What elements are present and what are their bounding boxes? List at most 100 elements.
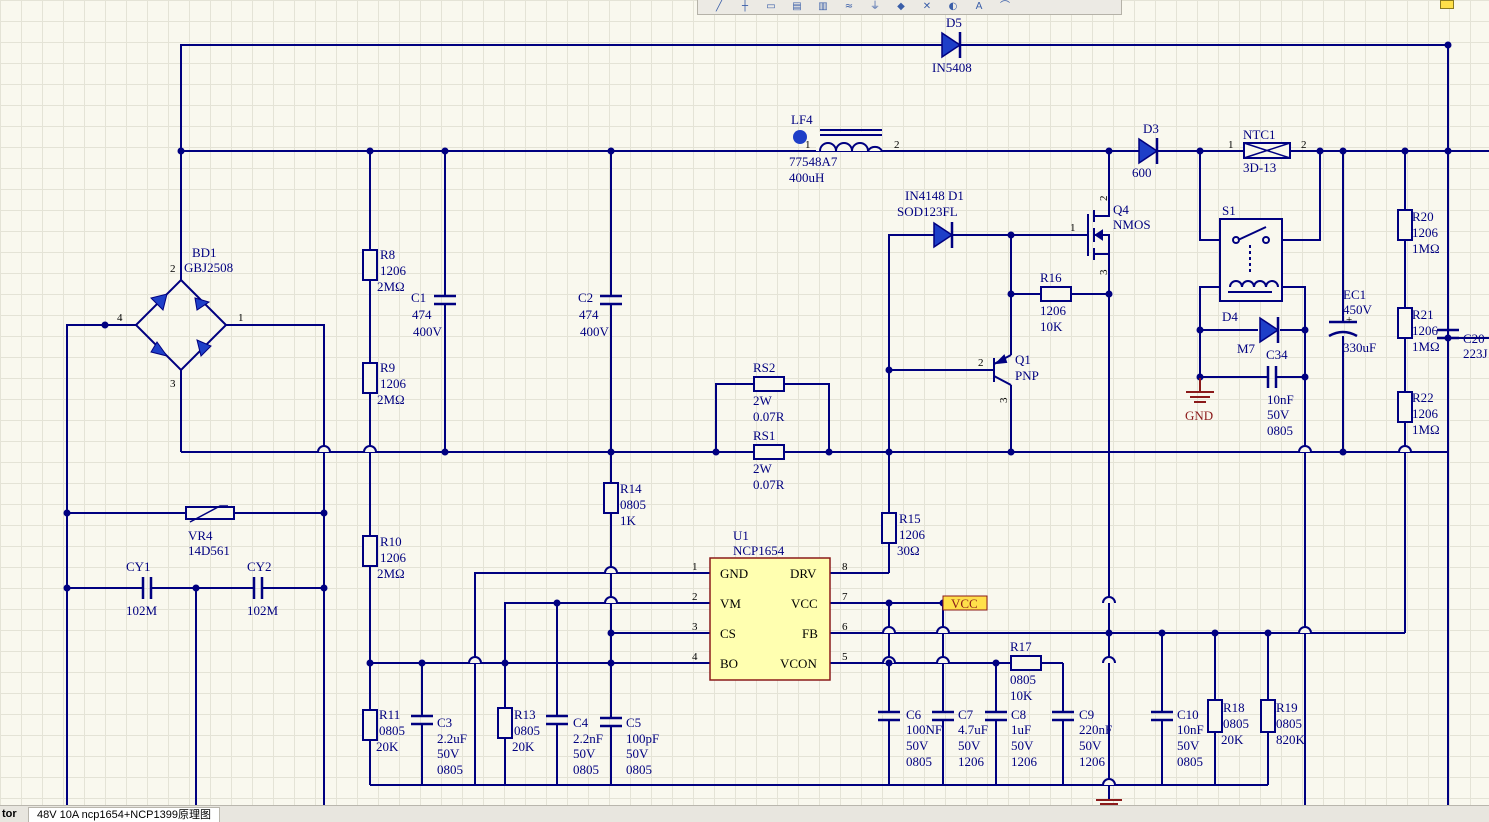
svg-text:CY1: CY1 [126, 559, 151, 574]
capacitor-c8[interactable]: C8 1uF 50V 1206 [985, 707, 1038, 769]
svg-text:400V: 400V [413, 324, 443, 339]
svg-text:C9: C9 [1079, 707, 1094, 722]
net-label-vcc[interactable]: VCC [942, 595, 988, 611]
svg-text:2: 2 [1098, 196, 1110, 202]
resistor-r16[interactable]: R16 1206 10K [1040, 270, 1072, 334]
varistor-vr4[interactable]: VR4 14D561 [185, 505, 235, 558]
capacitor-c5[interactable]: C5 100pF 50V 0805 [600, 715, 659, 777]
svg-text:0805: 0805 [1223, 716, 1249, 731]
svg-text:R21: R21 [1412, 307, 1434, 322]
wire-hops [317, 445, 1412, 786]
d3-value: 600 [1132, 165, 1152, 180]
svg-text:10K: 10K [1040, 319, 1063, 334]
relay-s1[interactable]: S1 [1219, 203, 1283, 302]
svg-text:50V: 50V [1079, 738, 1102, 753]
svg-text:D4: D4 [1222, 309, 1238, 324]
schematic-canvas[interactable]: D5 IN5408 LF4 1 2 77548A7 400uH D3 600 N… [0, 0, 1489, 805]
svg-text:R15: R15 [899, 511, 921, 526]
capacitor-c9[interactable]: C9 220nF 50V 1206 [1052, 707, 1112, 769]
u1-value: NCP1654 [733, 543, 785, 558]
svg-text:VCON: VCON [780, 656, 817, 671]
svg-text:2MΩ: 2MΩ [377, 279, 405, 294]
svg-text:474: 474 [579, 307, 599, 322]
svg-text:DRV: DRV [790, 566, 817, 581]
svg-text:SOD123FL: SOD123FL [897, 204, 958, 219]
svg-text:1: 1 [805, 139, 811, 151]
svg-text:Q1: Q1 [1015, 352, 1031, 367]
capacitor-c3[interactable]: C3 2.2uF 50V 0805 [411, 714, 467, 777]
svg-text:C3: C3 [437, 715, 452, 730]
ic-u1[interactable]: U1 NCP1654 1 2 3 4 GND VM CS BO 8 7 6 5 … [692, 528, 848, 681]
svg-text:1MΩ: 1MΩ [1412, 241, 1440, 256]
svg-text:0.07R: 0.07R [753, 477, 785, 492]
svg-text:0805: 0805 [1276, 716, 1302, 731]
capacitor-ec1[interactable]: EC1 450V + 330uF [1328, 287, 1376, 355]
resistor-rs2[interactable]: RS2 2W 0.07R [753, 360, 785, 424]
svg-text:1MΩ: 1MΩ [1412, 339, 1440, 354]
svg-text:50V: 50V [1011, 738, 1034, 753]
capacitor-c20[interactable]: C20 223J [1437, 328, 1488, 361]
capacitor-c1[interactable]: C1 474 400V [411, 290, 456, 339]
ntc1-value: 3D-13 [1243, 160, 1276, 175]
resistor-rs1[interactable]: RS1 2W 0.07R [753, 428, 785, 492]
svg-text:10K: 10K [1010, 688, 1033, 703]
svg-text:C7: C7 [958, 707, 974, 722]
svg-text:CS: CS [720, 626, 736, 641]
svg-text:1206: 1206 [958, 754, 985, 769]
ntc1-ref: NTC1 [1243, 127, 1276, 142]
document-tab[interactable]: 48V 10A ncp1654+NCP1399原理图 [28, 807, 220, 822]
svg-text:0805: 0805 [620, 497, 646, 512]
svg-text:GND: GND [720, 566, 748, 581]
svg-text:100pF: 100pF [626, 731, 659, 746]
svg-text:FB: FB [802, 626, 818, 641]
capacitor-c34[interactable]: C34 10nF 50V 0805 [1266, 347, 1294, 438]
svg-text:R19: R19 [1276, 700, 1298, 715]
svg-text:C34: C34 [1266, 347, 1288, 362]
svg-text:50V: 50V [958, 738, 981, 753]
svg-text:+: + [1346, 314, 1352, 326]
diode-d1[interactable]: IN4148 D1 SOD123FL [897, 188, 964, 249]
svg-text:50V: 50V [1267, 407, 1290, 422]
inductor-lf4[interactable]: LF4 1 2 77548A7 400uH [789, 112, 900, 185]
transistor-q1[interactable]: Q1 PNP 2 3 [978, 352, 1039, 403]
svg-text:1206: 1206 [380, 376, 407, 391]
capacitor-c10[interactable]: C10 10nF 50V 0805 [1151, 707, 1204, 769]
capacitor-c6[interactable]: C6 100NF 50V 0805 [878, 707, 942, 769]
svg-text:4: 4 [117, 312, 123, 324]
svg-text:50V: 50V [1177, 738, 1200, 753]
svg-text:7: 7 [842, 591, 848, 603]
svg-text:R14: R14 [620, 481, 642, 496]
svg-text:1K: 1K [620, 513, 637, 528]
resistor-r17[interactable]: R17 0805 10K [1010, 639, 1042, 703]
svg-text:NMOS: NMOS [1113, 217, 1151, 232]
svg-text:2: 2 [692, 591, 698, 603]
capacitor-c7[interactable]: C7 4.7uF 50V 1206 [932, 707, 988, 769]
svg-text:0805: 0805 [514, 723, 540, 738]
svg-text:3: 3 [692, 621, 698, 633]
svg-text:VCC: VCC [791, 596, 818, 611]
svg-text:R22: R22 [1412, 390, 1434, 405]
svg-text:0805: 0805 [437, 762, 463, 777]
capacitor-c4[interactable]: C4 2.2nF 50V 0805 [546, 714, 603, 777]
svg-text:R18: R18 [1223, 700, 1245, 715]
svg-text:VR4: VR4 [188, 528, 213, 543]
svg-text:C6: C6 [906, 707, 922, 722]
svg-text:2: 2 [1301, 139, 1307, 151]
svg-text:20K: 20K [512, 739, 535, 754]
capacitor-c2[interactable]: C2 474 400V [578, 290, 622, 339]
svg-text:6: 6 [842, 621, 848, 633]
svg-text:2: 2 [170, 263, 176, 275]
svg-text:0805: 0805 [626, 762, 652, 777]
svg-text:C8: C8 [1011, 707, 1026, 722]
svg-text:223J: 223J [1463, 346, 1488, 361]
svg-text:1: 1 [238, 312, 244, 324]
svg-text:EC1: EC1 [1343, 287, 1366, 302]
svg-text:0805: 0805 [573, 762, 599, 777]
svg-text:1: 1 [692, 561, 698, 573]
svg-text:R11: R11 [379, 707, 400, 722]
svg-text:2W: 2W [753, 461, 773, 476]
svg-text:C2: C2 [578, 290, 593, 305]
svg-text:1: 1 [1070, 222, 1076, 234]
bridge-bd1[interactable]: BD1 GBJ2508 1 2 3 4 [117, 245, 244, 390]
svg-text:PNP: PNP [1015, 368, 1039, 383]
